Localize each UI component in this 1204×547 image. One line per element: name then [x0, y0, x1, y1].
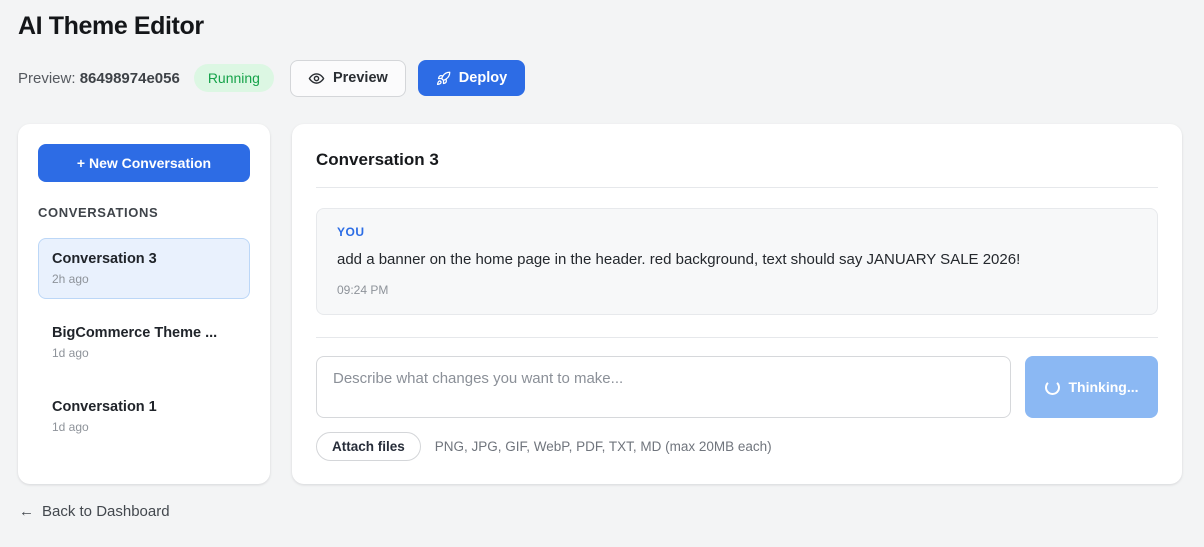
send-button[interactable]: Thinking... — [1025, 356, 1158, 419]
new-conversation-button[interactable]: + New Conversation — [38, 144, 250, 182]
back-to-dashboard-link[interactable]: ← Back to Dashboard — [19, 503, 170, 520]
preview-button-label: Preview — [332, 70, 388, 86]
status-badge: Running — [193, 64, 274, 92]
eye-icon — [308, 70, 325, 87]
back-arrow-icon: ← — [19, 503, 34, 520]
conversation-item-time: 2h ago — [52, 272, 89, 286]
attach-hint-text: PNG, JPG, GIF, WebP, PDF, TXT, MD (max 2… — [434, 439, 772, 455]
conversation-item-title: BigCommerce Theme ... — [52, 325, 218, 341]
deploy-button[interactable]: Deploy — [417, 60, 526, 96]
conversation-item-title: Conversation 3 — [52, 251, 157, 267]
spinner-icon — [1044, 379, 1060, 395]
message-text: add a banner on the home page in the hea… — [337, 251, 1021, 268]
divider — [316, 337, 1158, 339]
composer: Thinking... — [316, 356, 1158, 419]
conversation-panel: Conversation 3 YOU add a banner on the h… — [292, 124, 1182, 484]
conversations-section-title: CONVERSATIONS — [38, 205, 159, 220]
deploy-button-label: Deploy — [458, 70, 508, 86]
attachments-row: Attach files PNG, JPG, GIF, WebP, PDF, T… — [316, 432, 1158, 462]
conversation-item-time: 1d ago — [52, 420, 89, 434]
page: AI Theme Editor Preview: 86498974e056 Ru… — [0, 0, 1204, 521]
divider — [316, 187, 1158, 188]
preview-button[interactable]: Preview — [289, 59, 406, 97]
conversation-list-item[interactable]: BigCommerce Theme ... 1d ago — [38, 312, 250, 373]
conversation-list-item[interactable]: Conversation 1 1d ago — [38, 386, 250, 447]
conversation-title: Conversation 3 — [316, 150, 439, 169]
preview-label: Preview: — [18, 69, 76, 87]
preview-id: 86498974e056 — [79, 69, 180, 87]
message-role-label: YOU — [337, 225, 365, 239]
rocket-icon — [436, 71, 451, 86]
message-input[interactable] — [316, 356, 1011, 419]
back-link-label: Back to Dashboard — [42, 503, 170, 520]
preview-id-text: Preview: 86498974e056 — [18, 70, 180, 87]
message-card: YOU add a banner on the home page in the… — [316, 208, 1158, 316]
page-title: AI Theme Editor — [18, 12, 204, 40]
conversations-sidebar: + New Conversation CONVERSATIONS Convers… — [18, 124, 270, 484]
message-timestamp: 09:24 PM — [337, 283, 389, 298]
attach-files-button[interactable]: Attach files — [316, 432, 421, 462]
conversation-item-title: Conversation 1 — [52, 399, 157, 415]
conversation-list-item[interactable]: Conversation 3 2h ago — [38, 238, 250, 299]
conversation-item-time: 1d ago — [52, 346, 89, 360]
preview-toolbar: Preview: 86498974e056 Running Preview De… — [18, 59, 1182, 97]
conversation-list: Conversation 3 2h ago BigCommerce Theme … — [38, 238, 250, 447]
send-button-label: Thinking... — [1068, 379, 1139, 396]
content: + New Conversation CONVERSATIONS Convers… — [18, 124, 1182, 484]
